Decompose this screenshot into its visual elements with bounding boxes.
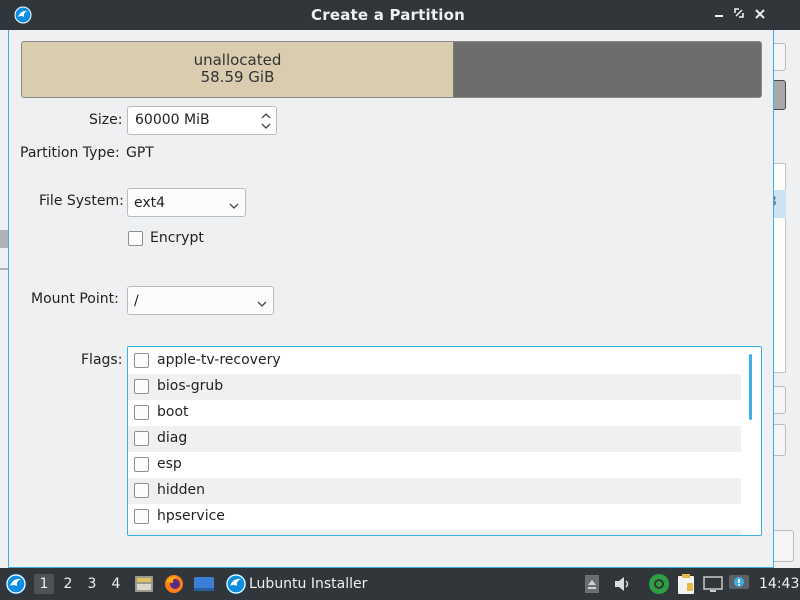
file-system-combobox[interactable]: ext4 (127, 188, 246, 217)
flag-row[interactable]: boot (128, 400, 741, 426)
flag-label[interactable]: bios-grub (157, 378, 223, 394)
spin-arrows-icon[interactable] (260, 110, 272, 132)
flag-label[interactable]: boot (157, 404, 189, 420)
flags-scrollbar[interactable] (749, 354, 752, 420)
flag-label[interactable]: diag (157, 430, 187, 446)
flag-checkbox[interactable] (134, 379, 149, 394)
installer-task-label[interactable]: Lubuntu Installer (249, 576, 367, 592)
flags-list[interactable]: apple-tv-recovery bios-grub boot diag es… (127, 346, 762, 536)
flag-checkbox[interactable] (134, 509, 149, 524)
installer-task-icon[interactable] (225, 573, 247, 599)
clipboard-icon[interactable] (676, 573, 696, 599)
desktop-show-icon[interactable] (193, 574, 215, 598)
flags-label: Flags: (81, 352, 123, 368)
dialog-title: Create a Partition (311, 6, 465, 24)
background-edge (0, 230, 8, 248)
background-edge-line (0, 268, 8, 270)
notification-icon[interactable] (728, 573, 750, 597)
mount-point-combobox[interactable]: / (127, 286, 274, 315)
create-partition-dialog: Create a Partition unallocated 58.59 GiB… (1, 0, 775, 568)
partition-type-value: GPT (126, 145, 154, 161)
flag-checkbox[interactable] (134, 483, 149, 498)
dialog-titlebar[interactable]: Create a Partition (1, 0, 775, 30)
flag-row[interactable]: hpservice (128, 504, 741, 530)
flag-checkbox[interactable] (134, 405, 149, 420)
chevron-down-icon[interactable] (257, 296, 267, 307)
flag-label[interactable]: hidden (157, 482, 205, 498)
flag-checkbox[interactable] (134, 431, 149, 446)
eject-icon[interactable] (583, 574, 601, 598)
flag-label[interactable]: hpservice (157, 508, 225, 524)
unallocated-segment: unallocated 58.59 GiB (22, 42, 454, 97)
maximize-icon[interactable] (731, 6, 747, 24)
desktop-3[interactable]: 3 (82, 574, 102, 594)
flag-row[interactable]: bios-grub (128, 374, 741, 400)
volume-icon[interactable] (613, 574, 633, 598)
flag-label[interactable]: apple-tv-recovery (157, 352, 281, 368)
unallocated-size: 58.59 GiB (200, 68, 275, 86)
taskbar: 1 2 3 4 Lubuntu Installer 14:43 (0, 568, 800, 600)
flag-row[interactable]: diag (128, 426, 741, 452)
size-value[interactable]: 60000 MiB (135, 112, 210, 128)
firefox-icon[interactable] (164, 574, 184, 598)
mount-point-value[interactable]: / (134, 293, 139, 309)
file-manager-icon[interactable] (134, 574, 154, 598)
flag-row[interactable]: esp (128, 452, 741, 478)
chevron-down-icon[interactable] (229, 198, 239, 209)
lubuntu-menu-icon[interactable] (5, 573, 27, 599)
clock[interactable]: 14:43 (759, 576, 799, 592)
partition-type-label: Partition Type: (20, 145, 120, 161)
flag-checkbox[interactable] (134, 353, 149, 368)
flag-row-partial[interactable] (128, 530, 741, 535)
network-icon[interactable] (648, 573, 670, 599)
mount-point-label: Mount Point: (31, 291, 119, 307)
flag-row[interactable]: hidden (128, 478, 741, 504)
flag-checkbox[interactable] (134, 457, 149, 472)
size-label: Size: (89, 112, 123, 128)
unallocated-label: unallocated (193, 51, 282, 69)
encrypt-checkbox[interactable] (128, 231, 143, 246)
flag-label[interactable]: esp (157, 456, 182, 472)
flag-row[interactable]: apple-tv-recovery (128, 348, 741, 374)
size-spinbox[interactable]: 60000 MiB (127, 106, 277, 135)
partition-bar: unallocated 58.59 GiB (21, 41, 762, 98)
display-icon[interactable] (703, 574, 723, 598)
encrypt-label[interactable]: Encrypt (150, 230, 204, 246)
minimize-icon[interactable] (711, 6, 727, 24)
file-system-value[interactable]: ext4 (134, 195, 165, 211)
file-system-label: File System: (39, 193, 124, 209)
desktop-1[interactable]: 1 (34, 574, 54, 594)
desktop-4[interactable]: 4 (106, 574, 126, 594)
desktop-2[interactable]: 2 (58, 574, 78, 594)
close-icon[interactable] (752, 6, 768, 24)
